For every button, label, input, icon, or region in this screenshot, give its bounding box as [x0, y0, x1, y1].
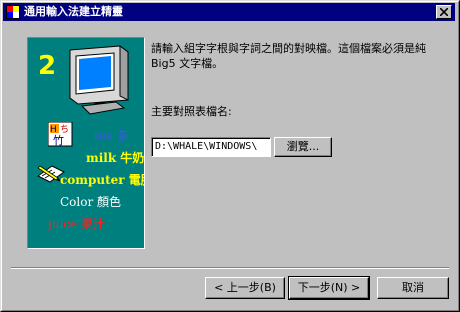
bamboo-char-icon: H ち 竹 — [48, 122, 73, 147]
word-color: Color 顏色 — [60, 195, 122, 209]
word-juice: juice 果汁 — [48, 217, 105, 231]
browse-button[interactable]: 瀏覽... — [274, 137, 332, 157]
mapping-file-label: 主要對照表檔名: — [151, 105, 232, 118]
title-bar[interactable]: 通用輸入法建立精靈 — [3, 3, 455, 21]
close-button[interactable] — [436, 5, 452, 19]
wizard-illustration: 2 H ち 竹 tea 茶 milk 牛奶 computer 電腦 Color … — [27, 37, 145, 249]
word-milk: milk 牛奶 — [86, 151, 145, 165]
word-tea: tea 茶 — [94, 129, 129, 143]
wizard-window: 通用輸入法建立精靈 2 H ち 竹 tea 茶 milk 牛奶 computer… — [0, 0, 460, 312]
footer-separator — [11, 267, 449, 269]
monitor-icon — [69, 45, 129, 115]
word-computer: computer 電腦 — [60, 173, 145, 187]
close-icon — [440, 8, 448, 16]
next-button[interactable]: 下一步(N) > — [288, 276, 370, 300]
back-button[interactable]: < 上一步(B) — [205, 277, 285, 299]
mapping-file-input[interactable]: D:\WHALE\WINDOWS\ — [151, 137, 271, 157]
app-icon — [6, 5, 20, 19]
window-title: 通用輸入法建立精靈 — [24, 5, 123, 18]
description-text: 請輸入組字字根與字詞之間的對映檔。這個檔案必須是純 Big5 文字檔。 — [151, 42, 426, 70]
step-number: 2 — [38, 51, 57, 81]
svg-text:竹: 竹 — [53, 133, 64, 147]
cancel-button[interactable]: 取消 — [377, 277, 449, 299]
